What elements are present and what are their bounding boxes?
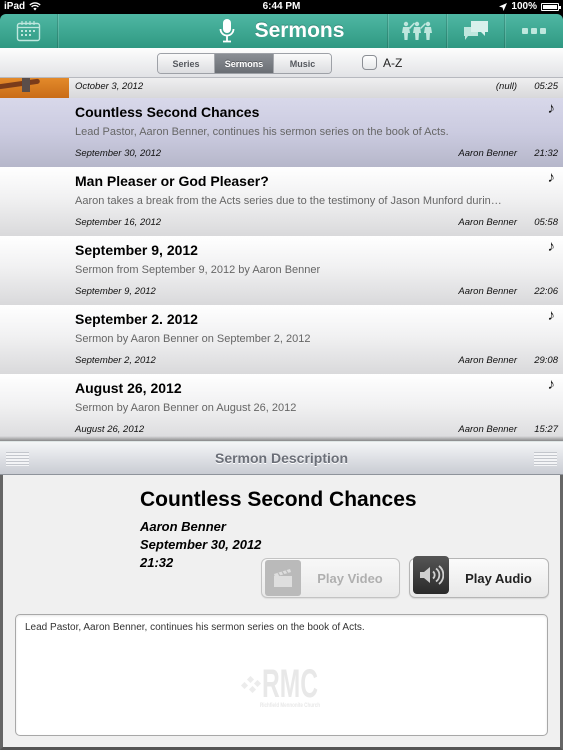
drag-handle-icon[interactable] bbox=[534, 452, 557, 466]
list-item[interactable]: August 26, 2012 ♪ Sermon by Aaron Benner… bbox=[0, 374, 563, 441]
az-toggle[interactable]: A-Z bbox=[362, 55, 402, 70]
item-date: September 2, 2012 bbox=[75, 355, 156, 366]
music-note-icon: ♪ bbox=[547, 169, 556, 186]
item-title: September 2. 2012 bbox=[75, 311, 198, 327]
item-description: Lead Pastor, Aaron Benner, continues his… bbox=[75, 126, 449, 138]
chat-bubbles-icon bbox=[463, 21, 488, 40]
segment-series[interactable]: Series bbox=[158, 54, 215, 73]
play-video-button[interactable]: Play Video bbox=[261, 558, 400, 598]
speaker-icon bbox=[413, 556, 449, 594]
sermon-thumbnail bbox=[0, 78, 69, 98]
church-logo-watermark: RMC Richfield Mennonite Church bbox=[240, 662, 320, 709]
music-note-icon: ♪ bbox=[547, 307, 556, 324]
location-arrow-icon bbox=[499, 2, 508, 11]
item-title: Countless Second Chances bbox=[75, 104, 260, 120]
item-description: Aaron takes a break from the Acts series… bbox=[75, 195, 502, 207]
az-label: A-Z bbox=[383, 55, 403, 70]
item-speaker: Aaron Benner bbox=[458, 355, 517, 366]
description-body: Lead Pastor, Aaron Benner, continues his… bbox=[25, 622, 365, 633]
item-title: Man Pleaser or God Pleaser? bbox=[75, 173, 269, 189]
item-speaker: (null) bbox=[495, 81, 517, 92]
ellipsis-icon bbox=[522, 28, 546, 34]
item-speaker: Aaron Benner bbox=[458, 424, 517, 435]
item-speaker: Aaron Benner bbox=[458, 148, 517, 159]
segmented-control: Series Sermons Music bbox=[157, 53, 332, 74]
item-duration: 05:25 bbox=[534, 81, 558, 92]
item-speaker: Aaron Benner bbox=[458, 217, 517, 228]
list-item[interactable]: September 2. 2012 ♪ Sermon by Aaron Benn… bbox=[0, 305, 563, 374]
item-date: September 16, 2012 bbox=[75, 217, 162, 228]
item-date: October 3, 2012 bbox=[75, 81, 144, 92]
list-item[interactable]: Countless Second Chances ♪ Lead Pastor, … bbox=[0, 98, 563, 167]
music-note-icon: ♪ bbox=[547, 100, 556, 117]
sermon-list[interactable]: October 3, 2012 (null) 05:25 Countless S… bbox=[0, 78, 563, 441]
detail-date: September 30, 2012 bbox=[140, 537, 262, 552]
clapperboard-icon bbox=[265, 560, 301, 596]
item-date: September 30, 2012 bbox=[75, 148, 162, 159]
music-note-icon: ♪ bbox=[547, 238, 556, 255]
list-item[interactable]: Man Pleaser or God Pleaser? ♪ Aaron take… bbox=[0, 167, 563, 236]
description-header: Sermon Description bbox=[0, 441, 563, 475]
list-item-partial[interactable]: October 3, 2012 (null) 05:25 bbox=[0, 78, 563, 98]
battery-percent: 100% bbox=[511, 1, 537, 12]
page-title: Sermons bbox=[254, 19, 345, 42]
item-description: Sermon from September 9, 2012 by Aaron B… bbox=[75, 264, 321, 276]
drag-handle-icon[interactable] bbox=[6, 452, 29, 466]
calendar-icon bbox=[16, 21, 41, 42]
item-description: Sermon by Aaron Benner on September 2, 2… bbox=[75, 333, 311, 345]
item-duration: 05:58 bbox=[534, 217, 558, 228]
description-header-title: Sermon Description bbox=[214, 450, 349, 466]
item-speaker: Aaron Benner bbox=[458, 286, 517, 297]
item-title: September 9, 2012 bbox=[75, 242, 198, 258]
item-date: August 26, 2012 bbox=[75, 424, 145, 435]
sermon-detail-panel: Countless Second Chances Aaron Benner Se… bbox=[0, 475, 563, 750]
clock: 6:44 PM bbox=[262, 1, 301, 12]
item-duration: 22:06 bbox=[534, 286, 558, 297]
music-note-icon: ♪ bbox=[547, 376, 556, 393]
watermark-tagline: Richfield Mennonite Church bbox=[260, 703, 320, 709]
description-textbox[interactable]: Lead Pastor, Aaron Benner, continues his… bbox=[15, 614, 548, 736]
segment-sermons[interactable]: Sermons bbox=[215, 54, 274, 73]
detail-speaker: Aaron Benner bbox=[140, 519, 226, 534]
detail-duration: 21:32 bbox=[140, 555, 174, 570]
status-bar: iPad 6:44 PM 100% bbox=[0, 0, 563, 14]
nav-divider bbox=[57, 14, 58, 48]
microphone-icon bbox=[219, 19, 234, 43]
more-button[interactable] bbox=[505, 14, 563, 48]
nav-bar: Sermons bbox=[0, 14, 563, 48]
community-button[interactable] bbox=[388, 14, 446, 48]
item-duration: 29:08 bbox=[534, 355, 558, 366]
item-date: September 9, 2012 bbox=[75, 286, 156, 297]
list-item[interactable]: September 9, 2012 ♪ Sermon from Septembe… bbox=[0, 236, 563, 305]
az-checkbox[interactable] bbox=[362, 55, 377, 70]
detail-title: Countless Second Chances bbox=[140, 488, 417, 511]
play-video-label: Play Video bbox=[317, 570, 383, 586]
calendar-button[interactable] bbox=[0, 14, 58, 48]
item-duration: 15:27 bbox=[534, 424, 558, 435]
watermark-logo-text: RMC bbox=[262, 662, 318, 706]
play-audio-label: Play Audio bbox=[465, 570, 532, 586]
messages-button[interactable] bbox=[447, 14, 504, 48]
item-description: Sermon by Aaron Benner on August 26, 201… bbox=[75, 402, 297, 414]
people-icon bbox=[402, 21, 432, 40]
play-audio-button[interactable]: Play Audio bbox=[409, 556, 549, 598]
item-duration: 21:32 bbox=[534, 148, 558, 159]
filter-toolbar: Series Sermons Music A-Z bbox=[0, 48, 563, 78]
battery-icon bbox=[541, 2, 561, 11]
item-title: August 26, 2012 bbox=[75, 380, 182, 396]
segment-music[interactable]: Music bbox=[274, 54, 331, 73]
